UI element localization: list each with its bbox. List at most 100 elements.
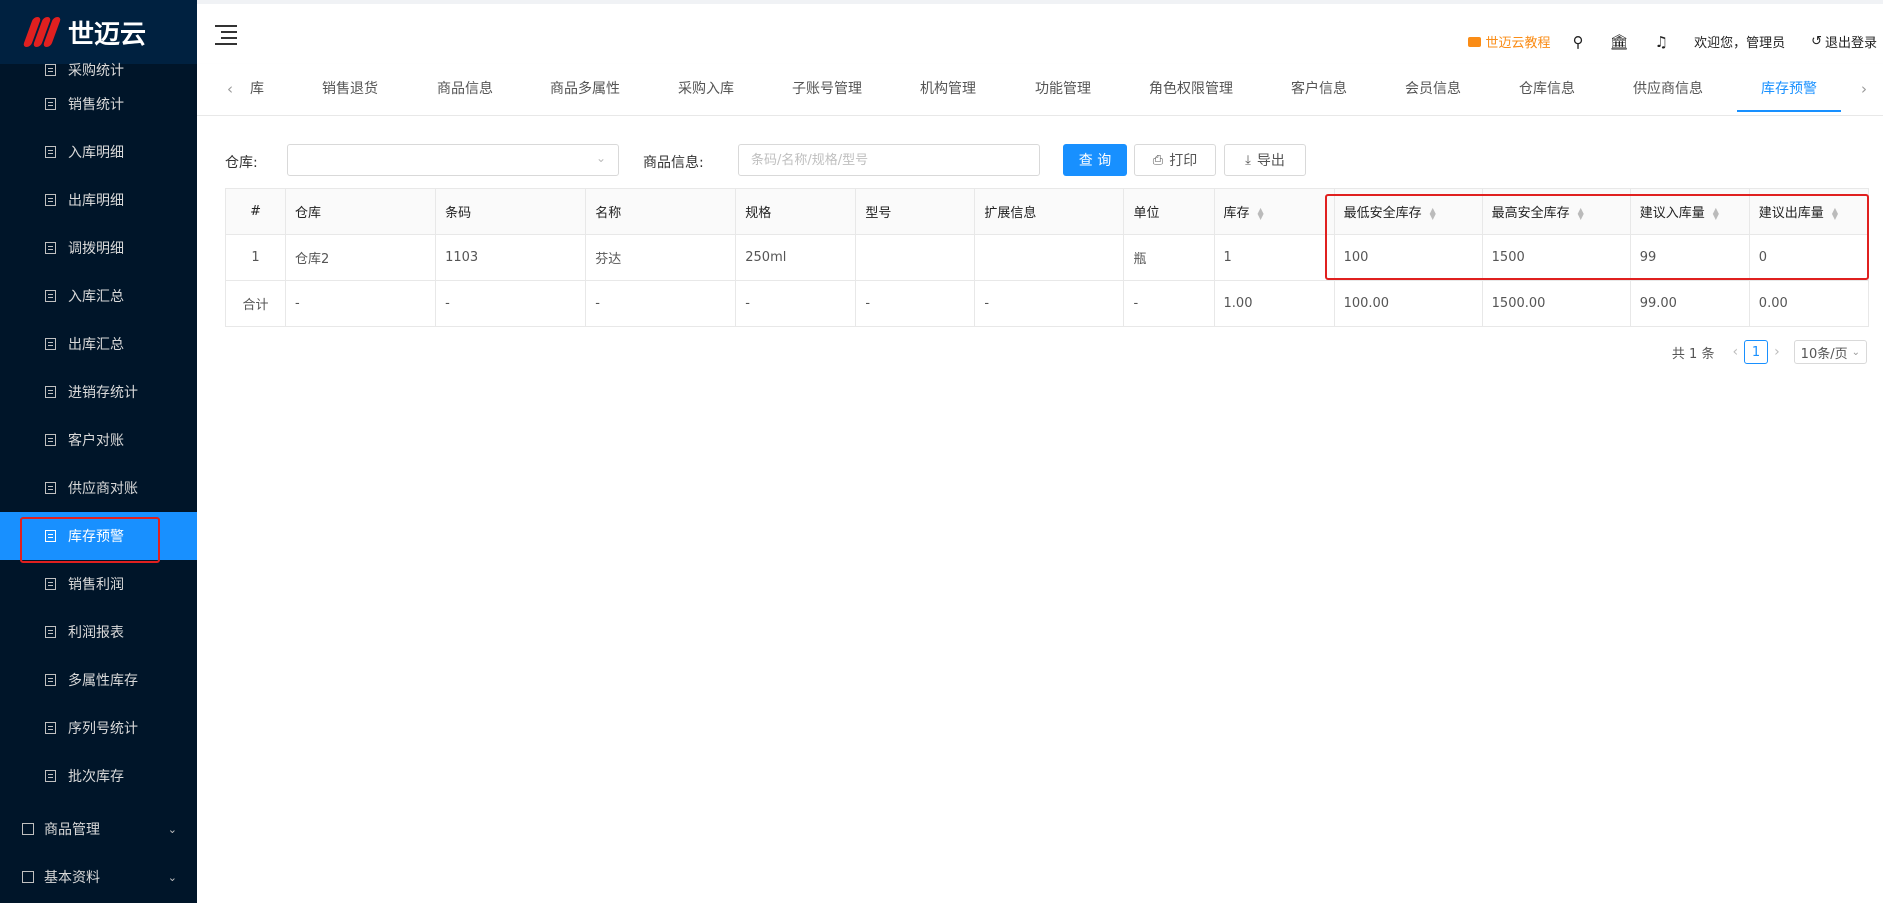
sidebar-item-sales-stats[interactable]: 销售统计 xyxy=(0,80,197,128)
sidebar-item-sales-profit[interactable]: 销售利润 xyxy=(0,560,197,608)
sort-icon[interactable]: ▲ ▼ xyxy=(1578,206,1584,220)
column-header: 型号 xyxy=(855,188,976,235)
page-number-button[interactable]: 1 xyxy=(1744,340,1769,364)
sidebar-group-goods[interactable]: 商品管理 ⌄ xyxy=(0,805,197,853)
tab-bar: ‹ 库 销售退货 商品信息 商品多属性 采购入库 子账号管理 机构管理 功能管理… xyxy=(197,64,1883,116)
chevron-left-icon[interactable]: ‹ xyxy=(227,80,233,98)
sort-icon[interactable]: ▲ ▼ xyxy=(1713,206,1719,220)
sidebar-item-label: 批次库存 xyxy=(68,769,124,785)
tab-role-permission[interactable]: 角色权限管理 xyxy=(1149,78,1233,98)
tab-warehouse-info[interactable]: 仓库信息 xyxy=(1519,78,1575,98)
sort-icon[interactable]: ▲ ▼ xyxy=(1258,206,1264,220)
table-cell: - xyxy=(285,280,437,327)
column-header-label: 库存 xyxy=(1223,206,1250,221)
sidebar-item-supplier-reconcile[interactable]: 供应商对账 xyxy=(0,464,197,512)
export-label: 导出 xyxy=(1256,153,1285,169)
sidebar-item-partial[interactable]: 采购统计 xyxy=(0,60,197,80)
sidebar-item-label: 序列号统计 xyxy=(68,721,138,737)
video-icon xyxy=(1467,36,1481,47)
tab-goods-multi-attr[interactable]: 商品多属性 xyxy=(550,78,620,98)
bank-icon[interactable]: 🏛︎ xyxy=(1610,33,1629,51)
sidebar-group-basic[interactable]: 基本资料 ⌄ xyxy=(0,853,197,901)
download-icon: ⤓ xyxy=(1245,152,1251,168)
page-size-select[interactable]: 10条/页 ⌄ xyxy=(1793,340,1867,364)
sidebar-item-label: 入库汇总 xyxy=(68,289,124,305)
logout-label: 退出登录 xyxy=(1824,36,1877,51)
sidebar-item-serial-stats[interactable]: 序列号统计 xyxy=(0,704,197,752)
table-cell: - xyxy=(585,280,737,327)
sort-icon[interactable]: ▲ ▼ xyxy=(1832,206,1838,220)
column-header: 单位 xyxy=(1123,188,1215,235)
sidebar-item-label: 调拨明细 xyxy=(68,241,124,257)
sidebar-item-outbound-detail[interactable]: 出库明细 xyxy=(0,176,197,224)
table-cell: - xyxy=(855,280,976,327)
table-row[interactable]: 1 仓库2 1103 芬达 250ml 瓶 1 100 1500 99 0 xyxy=(224,234,1870,281)
chevron-down-icon: ⌄ xyxy=(167,822,177,836)
table-cell: - xyxy=(435,280,587,327)
sidebar-item-label: 进销存统计 xyxy=(68,385,138,401)
sidebar-group-label: 基本资料 xyxy=(44,870,100,886)
column-header: # xyxy=(224,188,287,235)
tab-partial[interactable]: 库 xyxy=(250,78,264,98)
table-cell: 仓库2 xyxy=(285,234,437,281)
print-label: 打印 xyxy=(1169,153,1198,169)
tab-purchase-inbound[interactable]: 采购入库 xyxy=(678,78,734,98)
list-icon xyxy=(45,98,56,110)
column-header-sortable[interactable]: 库存 ▲ ▼ xyxy=(1213,188,1335,235)
sidebar-item-inventory-stats[interactable]: 进销存统计 xyxy=(0,368,197,416)
column-header-sortable[interactable]: 最低安全库存 ▲ ▼ xyxy=(1333,188,1483,235)
sidebar-item-inbound-summary[interactable]: 入库汇总 xyxy=(0,272,197,320)
bell-icon[interactable]: ♫︎ xyxy=(1655,33,1668,51)
tab-sub-account[interactable]: 子账号管理 xyxy=(792,78,862,98)
warehouse-select[interactable]: ⌄ xyxy=(287,144,619,176)
sidebar-item-profit-report[interactable]: 利润报表 xyxy=(0,608,197,656)
tab-goods-info[interactable]: 商品信息 xyxy=(437,78,493,98)
search-icon[interactable]: ⚲ xyxy=(1573,33,1584,51)
logo-icon xyxy=(22,17,62,47)
column-header: 规格 xyxy=(735,188,857,235)
column-header-sortable[interactable]: 建议入库量 ▲ ▼ xyxy=(1629,188,1750,235)
sidebar-item-batch-stock[interactable]: 批次库存 xyxy=(0,752,197,800)
goods-search-input[interactable] xyxy=(738,144,1040,176)
tab-function-manage[interactable]: 功能管理 xyxy=(1035,78,1091,98)
tab-sales-return[interactable]: 销售退货 xyxy=(322,78,378,98)
logout-button[interactable]: ↺ 退出登录 xyxy=(1811,32,1877,51)
pagination: 共 1 条 ‹ 1 › 10条/页 ⌄ xyxy=(1672,340,1867,364)
column-header-sortable[interactable]: 建议出库量 ▲ ▼ xyxy=(1748,188,1870,235)
print-button[interactable]: ⎙ 打印 xyxy=(1134,144,1216,176)
sidebar-item-outbound-summary[interactable]: 出库汇总 xyxy=(0,320,197,368)
logo: 世迈云 xyxy=(0,0,197,64)
sidebar-item-label: 利润报表 xyxy=(68,625,124,641)
tab-org-manage[interactable]: 机构管理 xyxy=(920,78,976,98)
chevron-right-icon[interactable]: › xyxy=(1861,80,1867,98)
chevron-down-icon: ⌄ xyxy=(167,870,177,884)
sidebar-item-label: 出库明细 xyxy=(68,193,124,209)
tab-customer-info[interactable]: 客户信息 xyxy=(1291,78,1347,98)
table-cell: 1500.00 xyxy=(1481,280,1631,327)
sidebar-item-label: 出库汇总 xyxy=(68,337,124,353)
column-header-sortable[interactable]: 最高安全库存 ▲ ▼ xyxy=(1481,188,1631,235)
table-cell: 100 xyxy=(1333,234,1483,281)
printer-icon: ⎙ xyxy=(1152,152,1164,168)
table-header-row: # 仓库 条码 名称 规格 型号 扩展信息 单位 库存 ▲ ▼ 最低安全库存 ▲ ▼ 最… xyxy=(224,188,1870,235)
chevron-left-icon[interactable]: ‹ xyxy=(1732,344,1738,360)
sidebar-item-customer-reconcile[interactable]: 客户对账 xyxy=(0,416,197,464)
sidebar-item-multi-attr-stock[interactable]: 多属性库存 xyxy=(0,656,197,704)
logout-icon: ↺ xyxy=(1811,34,1822,49)
header-actions: 世迈云教程 ⚲ 🏛︎ ♫︎ 欢迎您，管理员 ↺ 退出登录 xyxy=(1467,32,1877,51)
query-button[interactable]: 查 询 xyxy=(1063,144,1127,176)
tab-stock-warning[interactable]: 库存预警 xyxy=(1761,78,1817,98)
top-header: 世迈云教程 ⚲ 🏛︎ ♫︎ 欢迎您，管理员 ↺ 退出登录 xyxy=(197,0,1883,64)
list-icon xyxy=(45,770,56,782)
tab-supplier-info[interactable]: 供应商信息 xyxy=(1633,78,1703,98)
list-icon xyxy=(45,578,56,590)
sort-icon[interactable]: ▲ ▼ xyxy=(1430,206,1436,220)
tutorial-link[interactable]: 世迈云教程 xyxy=(1467,32,1551,51)
menu-fold-icon[interactable] xyxy=(215,24,237,45)
sidebar-group-label: 商品管理 xyxy=(44,822,100,838)
export-button[interactable]: ⤓ 导出 xyxy=(1224,144,1306,176)
tab-member-info[interactable]: 会员信息 xyxy=(1405,78,1461,98)
sidebar-item-transfer-detail[interactable]: 调拨明细 xyxy=(0,224,197,272)
sidebar-item-inbound-detail[interactable]: 入库明细 xyxy=(0,128,197,176)
chevron-right-icon[interactable]: › xyxy=(1774,344,1780,360)
